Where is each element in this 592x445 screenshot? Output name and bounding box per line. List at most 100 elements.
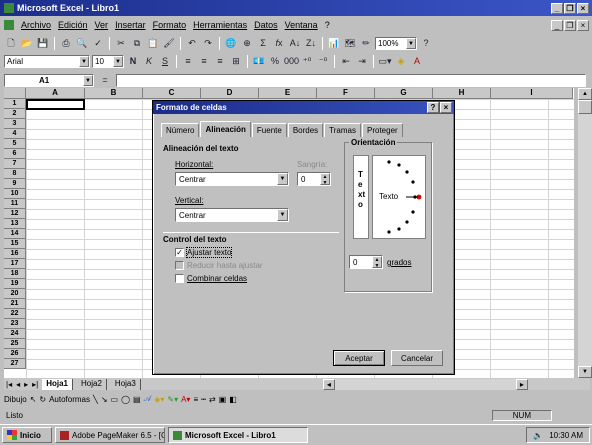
cancel-button[interactable]: Cancelar <box>391 350 443 366</box>
degrees-spinner[interactable]: 0 ▲ ▼ <box>349 255 383 269</box>
row-header[interactable]: 11 <box>4 199 26 209</box>
chevron-down-icon[interactable]: ▼ <box>113 55 123 67</box>
restore-button[interactable]: ❐ <box>564 2 576 14</box>
wrap-text-checkbox[interactable]: ✓ Ajustar texto <box>175 247 233 258</box>
row-header[interactable]: 6 <box>4 149 26 159</box>
row-header[interactable]: 13 <box>4 219 26 229</box>
row-header[interactable]: 9 <box>4 179 26 189</box>
shadow-icon[interactable]: ▣ <box>219 395 227 404</box>
scroll-down-icon[interactable]: ▼ <box>578 366 592 378</box>
row-header[interactable]: 14 <box>4 229 26 239</box>
autosum-icon[interactable]: Σ <box>256 37 270 50</box>
arrow-style-icon[interactable]: ⇄ <box>209 395 216 404</box>
thousands-icon[interactable]: 000 <box>284 55 299 68</box>
tab-bordes[interactable]: Bordes <box>287 123 324 137</box>
draw-menu[interactable]: Dibujo <box>4 395 27 404</box>
row-header[interactable]: 10 <box>4 189 26 199</box>
row-header[interactable]: 19 <box>4 279 26 289</box>
wordart-icon[interactable]: 𝒜 <box>144 394 152 404</box>
bold-icon[interactable]: N <box>126 55 140 68</box>
paste-icon[interactable]: 📋 <box>146 37 160 50</box>
sort-descending-icon[interactable]: Z↓ <box>304 37 318 50</box>
vertical-select[interactable]: Centrar ▼ <box>175 208 289 222</box>
row-header[interactable]: 15 <box>4 239 26 249</box>
chart-wizard-icon[interactable]: 📊 <box>327 37 341 50</box>
undo-icon[interactable]: ↶ <box>185 37 199 50</box>
chevron-down-icon[interactable]: ▼ <box>277 209 288 221</box>
doc-close-button[interactable]: × <box>577 19 589 31</box>
row-header[interactable]: 27 <box>4 359 26 369</box>
font-color-icon[interactable]: A <box>410 55 424 68</box>
web-toolbar-icon[interactable]: ⊕ <box>240 37 254 50</box>
menu-datos[interactable]: Datos <box>254 20 278 30</box>
row-header[interactable]: 20 <box>4 289 26 299</box>
start-button[interactable]: Inicio <box>2 427 52 443</box>
fill-color-icon[interactable]: ◈▾ <box>154 395 164 404</box>
menu-help[interactable]: ? <box>325 20 330 30</box>
column-header[interactable]: C <box>143 88 201 99</box>
shrink-to-fit-checkbox[interactable]: Reducir hasta ajustar <box>175 261 263 270</box>
row-header[interactable]: 18 <box>4 269 26 279</box>
formula-input[interactable] <box>116 73 586 87</box>
row-header[interactable]: 7 <box>4 159 26 169</box>
sheet-tab[interactable]: Hoja2 <box>77 378 107 390</box>
decrease-decimal-icon[interactable]: ⁻⁰ <box>316 55 330 68</box>
column-header[interactable]: F <box>317 88 375 99</box>
dialog-title-bar[interactable]: Formato de celdas ? × <box>153 101 454 114</box>
row-header[interactable]: 1 <box>4 99 26 109</box>
menu-ventana[interactable]: Ventana <box>285 20 318 30</box>
redo-icon[interactable]: ↷ <box>201 37 215 50</box>
first-sheet-icon[interactable]: |◂ <box>6 380 12 389</box>
chevron-down-icon[interactable]: ▼ <box>83 74 93 86</box>
row-header[interactable]: 16 <box>4 249 26 259</box>
last-sheet-icon[interactable]: ▸| <box>32 380 38 389</box>
clock[interactable]: 10:30 AM <box>549 431 583 440</box>
close-button[interactable]: × <box>577 2 589 14</box>
column-header[interactable]: H <box>433 88 491 99</box>
accept-button[interactable]: Aceptar <box>333 350 385 366</box>
new-icon[interactable]: 🗋 <box>4 37 18 50</box>
print-icon[interactable]: ⎙ <box>59 37 73 50</box>
doc-minimize-button[interactable]: _ <box>551 19 563 31</box>
indent-spinner[interactable]: 0 ▲ ▼ <box>297 172 331 186</box>
spin-arrows-icon[interactable]: ▲ ▼ <box>372 256 382 269</box>
row-header[interactable]: 17 <box>4 259 26 269</box>
font-color-icon[interactable]: A▾ <box>181 395 190 404</box>
window-title-bar[interactable]: Microsoft Excel - Libro1 _ ❐ × <box>0 0 592 16</box>
fill-color-icon[interactable]: ◈ <box>394 55 408 68</box>
select-objects-icon[interactable]: ↖ <box>30 395 37 404</box>
chevron-down-icon[interactable]: ▼ <box>277 173 288 185</box>
italic-icon[interactable]: K <box>142 55 156 68</box>
open-icon[interactable]: 📂 <box>20 37 34 50</box>
print-preview-icon[interactable]: 🔍 <box>75 37 89 50</box>
map-icon[interactable]: 🗺 <box>343 37 357 50</box>
row-header[interactable]: 4 <box>4 129 26 139</box>
row-header[interactable]: 12 <box>4 209 26 219</box>
column-header[interactable]: D <box>201 88 259 99</box>
menu-herramientas[interactable]: Herramientas <box>193 20 247 30</box>
underline-icon[interactable]: S <box>158 55 172 68</box>
menu-ver[interactable]: Ver <box>95 20 109 30</box>
horizontal-select[interactable]: Centrar ▼ <box>175 172 289 186</box>
doc-restore-button[interactable]: ❐ <box>564 19 576 31</box>
equals-icon[interactable]: = <box>98 74 112 87</box>
dialog-close-button[interactable]: × <box>440 102 452 113</box>
next-sheet-icon[interactable]: ▸ <box>24 380 28 389</box>
tab-tramas[interactable]: Tramas <box>324 123 361 137</box>
column-header[interactable]: G <box>375 88 433 99</box>
vertical-text-option[interactable]: Texto <box>353 155 369 239</box>
menu-formato[interactable]: Formato <box>153 20 187 30</box>
column-header[interactable]: E <box>259 88 317 99</box>
row-header[interactable]: 22 <box>4 309 26 319</box>
scroll-thumb[interactable] <box>578 100 592 114</box>
row-header[interactable]: 26 <box>4 349 26 359</box>
row-header[interactable]: 25 <box>4 339 26 349</box>
sheet-tab[interactable]: Hoja3 <box>111 378 141 390</box>
merge-cells-checkbox[interactable]: Combinar celdas <box>175 274 247 283</box>
row-header[interactable]: 21 <box>4 299 26 309</box>
row-header[interactable]: 23 <box>4 319 26 329</box>
column-header[interactable]: I <box>491 88 573 99</box>
percent-icon[interactable]: % <box>268 55 282 68</box>
function-icon[interactable]: fx <box>272 37 286 50</box>
font-size-combo[interactable]: 10 ▼ <box>92 54 124 68</box>
